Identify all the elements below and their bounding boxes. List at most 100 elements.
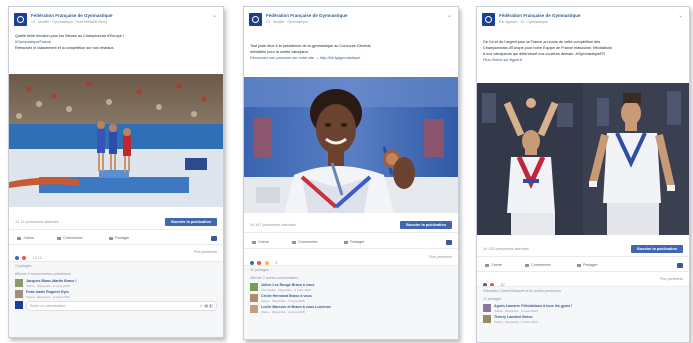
comment-text[interactable]: Agnès Lamarre Félicitations à tous les g… [494, 304, 572, 308]
action-bar: J'aime Commenter Partager [244, 237, 458, 249]
comment-actions[interactable]: J'aime · Répondre · 2 mars 2015 [26, 295, 70, 299]
shares-count[interactable]: 11 partages [477, 295, 689, 303]
comment: Jacques Blanc-Martin Bravo ! J'aime · Ré… [9, 278, 223, 289]
comment-avatar[interactable] [250, 294, 258, 302]
reactions-row: 8 Plus pertinents [244, 252, 458, 265]
like-reaction-icon [15, 255, 19, 260]
comment-text[interactable]: Thierry Lambert Bravo [494, 315, 533, 319]
page-avatar[interactable] [249, 13, 262, 26]
comment-avatar[interactable] [483, 315, 491, 323]
audience-dropdown-icon[interactable] [211, 236, 217, 241]
comment: Agnès Lamarre Félicitations à tous les g… [477, 303, 689, 314]
comment-text[interactable]: Lucile Marcure et Bravo à vous Lucienne [261, 305, 331, 309]
comment-actions[interactable]: J'aime · Répondre · 2 mars 2015 [494, 309, 538, 313]
boost-post-button[interactable]: Booster la publication [631, 245, 683, 253]
emoji-icon[interactable]: ☺ ▣ ◧ [199, 303, 213, 308]
share-button[interactable]: Partager [344, 240, 365, 244]
comment-avatar[interactable] [250, 283, 258, 291]
comment-actions[interactable]: J'aime · Répondre · 2 mars 2015 [494, 320, 538, 324]
reach-count: 14 152 personnes atteintes [483, 247, 529, 251]
post-header: Fédération Française de Gymnastique Par … [477, 7, 689, 37]
photo-gymnast-medal [244, 77, 458, 213]
like-button[interactable]: J'aime [485, 263, 502, 267]
comment-actions[interactable]: Vos modes · Répondre · 3 mars 2015 [261, 288, 311, 292]
comment-button[interactable]: Commenter [292, 240, 318, 244]
comment: Fedo marie Rogeret Gym J'aime · Répondre… [9, 289, 223, 300]
like-button[interactable]: J'aime [252, 240, 269, 244]
comment-text[interactable]: Julien Les Rouge Bravo à vous [261, 283, 314, 287]
like-label: J'aime [491, 263, 502, 267]
reach-row: 12 12 personnes atteintes Booster la pub… [9, 217, 223, 230]
audience-dropdown-icon[interactable] [677, 263, 683, 268]
comment-avatar[interactable] [250, 305, 258, 313]
like-icon [252, 240, 256, 244]
love-reaction-icon [22, 255, 27, 260]
comment-icon [292, 240, 296, 244]
comment-avatar[interactable] [483, 304, 491, 312]
reactions-row: 82 Plus pertinents [477, 274, 689, 287]
post-photo[interactable] [477, 83, 689, 235]
view-previous-comments[interactable]: Afficher 3 commentaires précédents [9, 270, 223, 278]
like-button[interactable]: J'aime [17, 236, 34, 240]
share-icon [109, 236, 113, 240]
comment-text[interactable]: Jacques Blanc-Martin Bravo ! [26, 279, 77, 283]
comment-composer: Écrire un commentaire... ☺ ▣ ◧ [9, 300, 223, 312]
post-link[interactable]: Découvrez son parcours sur notre site → … [250, 55, 452, 61]
share-button[interactable]: Partager [577, 263, 598, 267]
comments-section: 2 partages Afficher 3 commentaires précé… [9, 261, 223, 337]
comment-input[interactable]: Écrire un commentaire... ☺ ▣ ◧ [26, 301, 217, 311]
action-bar: J'aime Commenter Partager [9, 233, 223, 245]
comment-button[interactable]: Commenter [525, 263, 551, 267]
view-previous-comments[interactable]: Afficher 2 autres commentaires [244, 274, 458, 282]
comment-icon [57, 236, 61, 240]
post-text: De l'or et de l'argent pour la France au… [477, 39, 689, 63]
boost-post-button[interactable]: Booster la publication [165, 218, 217, 226]
comment-avatar[interactable] [15, 279, 23, 287]
reactors-names[interactable]: Sébastien, Daniel Marquet et 81 autres p… [477, 287, 689, 295]
comment-button[interactable]: Commenter [57, 236, 83, 240]
like-label: J'aime [23, 236, 34, 240]
comment-avatar[interactable] [15, 290, 23, 298]
page-avatar[interactable] [482, 13, 495, 26]
comment-actions[interactable]: J'aime · Répondre · 4 mars 2015 [261, 310, 305, 314]
share-label: Partager [115, 236, 130, 240]
page-avatar[interactable] [14, 13, 27, 26]
post-card-3: Fédération Française de Gymnastique Par … [476, 6, 690, 343]
share-button[interactable]: Partager [109, 236, 130, 240]
post-photo[interactable] [9, 74, 223, 207]
like-icon [485, 263, 489, 267]
comment-label: Commenter [298, 240, 318, 244]
page-name[interactable]: Fédération Française de Gymnastique [499, 13, 581, 18]
like-icon [17, 236, 21, 240]
photo-gymnasts-podium [9, 74, 223, 207]
reaction-count: 12 12 [32, 255, 42, 260]
more-options-icon[interactable]: ⌄ [678, 13, 683, 19]
share-label: Partager [583, 263, 598, 267]
share-icon [344, 240, 348, 244]
comment-icon [525, 263, 529, 267]
sort-comments[interactable]: Plus pertinents [194, 250, 217, 254]
comment-actions[interactable]: J'aime · Répondre · 2 mars 2015 [26, 284, 70, 288]
comment-text[interactable]: Fedo marie Rogeret Gym [26, 290, 69, 294]
page-name[interactable]: Fédération Française de Gymnastique [266, 13, 348, 18]
comment: Thierry Lambert Bravo J'aime · Répondre … [477, 314, 689, 325]
post-link[interactable]: Plus d'infos sur ffgym.fr [483, 57, 683, 63]
post-photo[interactable] [244, 77, 458, 213]
post-text: Quelle belle émotion pour les Bleues au … [9, 33, 223, 51]
boost-post-button[interactable]: Booster la publication [400, 221, 452, 229]
shares-count[interactable]: 2 partages [9, 262, 223, 270]
action-bar: J'aime Commenter Partager [477, 260, 689, 272]
more-options-icon[interactable]: ⌄ [212, 13, 217, 19]
shares-count[interactable]: 22 partages [244, 266, 458, 274]
reactions-row: 12 12 Plus pertinents [9, 247, 223, 260]
comment-text[interactable]: Cécile Hermand Bravo à vous [261, 294, 312, 298]
comment: Julien Les Rouge Bravo à vous Vos modes … [244, 282, 458, 293]
more-options-icon[interactable]: ⌄ [447, 13, 452, 19]
sort-comments[interactable]: Plus pertinents [660, 277, 683, 281]
post-meta: 24 · Modifié · Gymnastique [266, 20, 309, 24]
audience-dropdown-icon[interactable] [446, 240, 452, 245]
page-name[interactable]: Fédération Française de Gymnastique [31, 13, 113, 18]
sort-comments[interactable]: Plus pertinents [429, 255, 452, 259]
comment-actions[interactable]: J'aime · Répondre · 3 mars 2015 [261, 299, 305, 303]
comment-label: Commenter [63, 236, 83, 240]
